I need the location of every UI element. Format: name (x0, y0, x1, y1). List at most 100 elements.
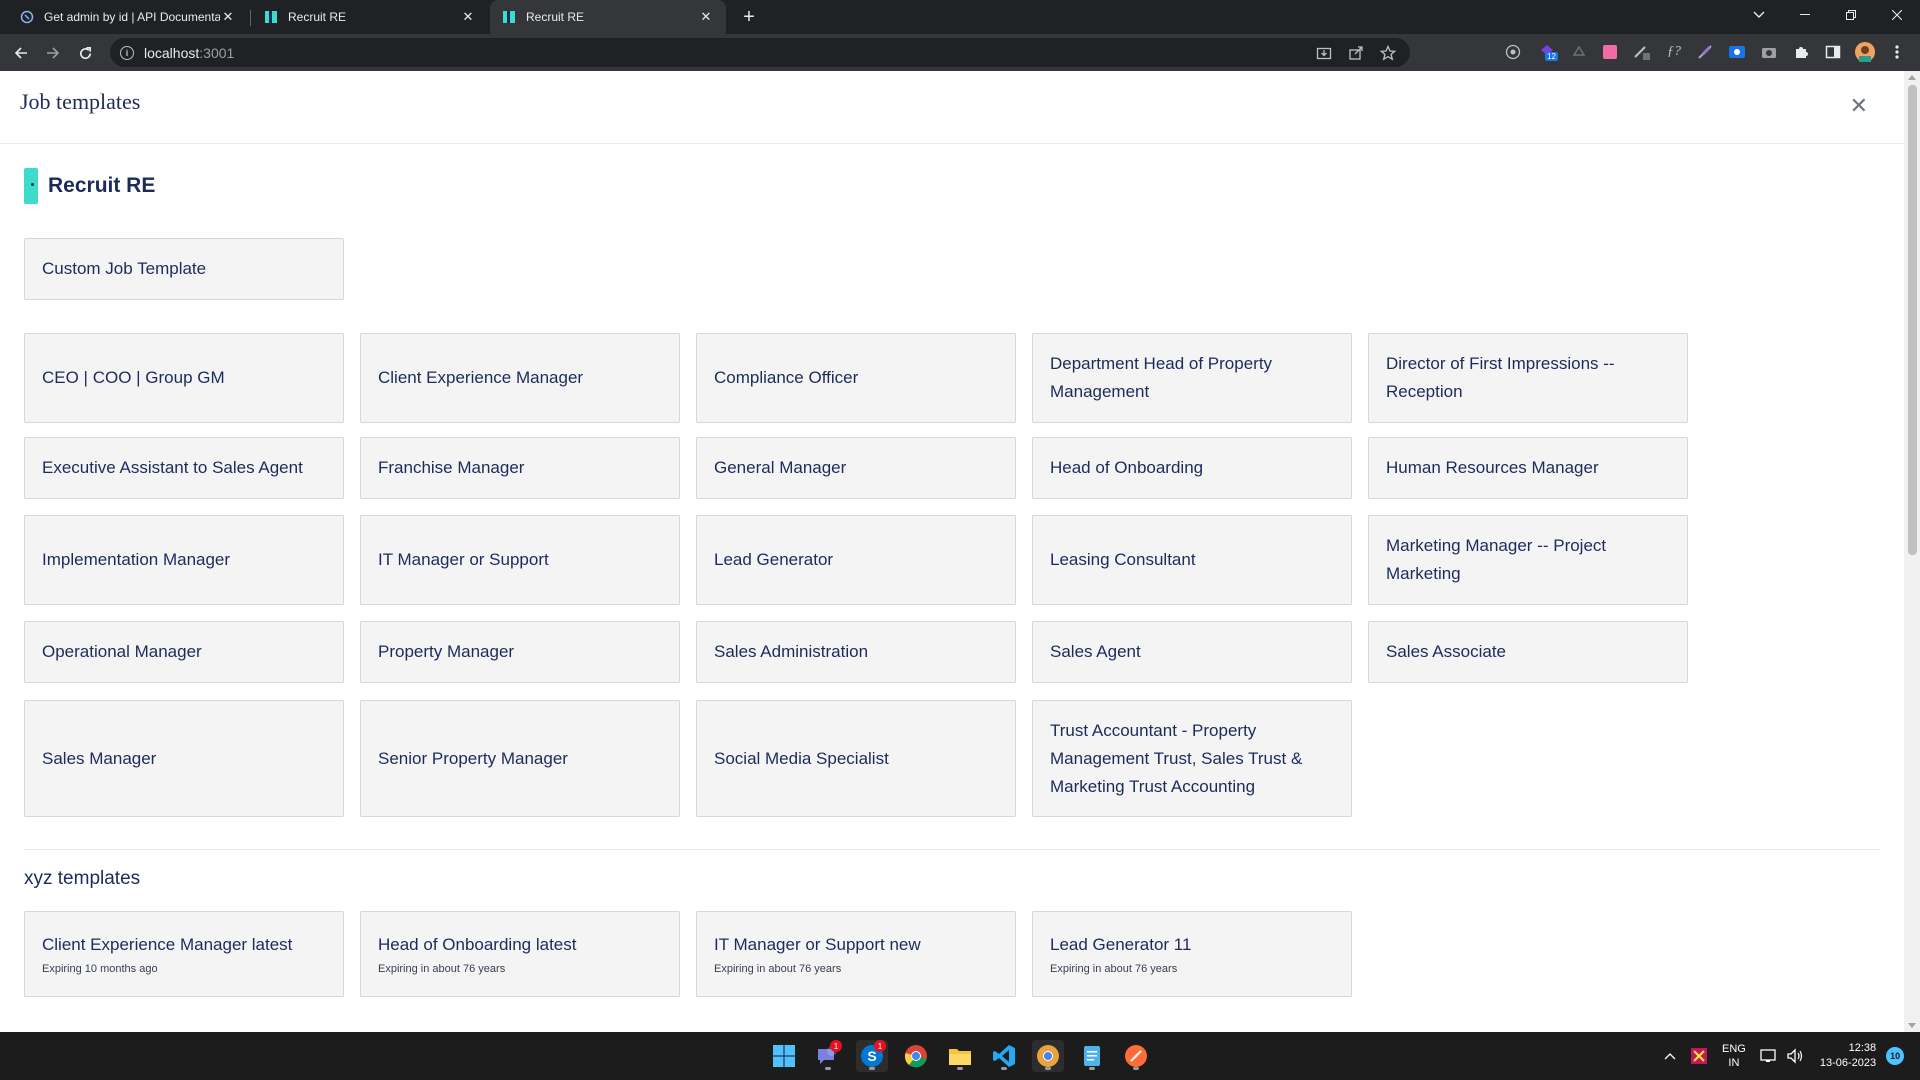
running-indicator (1045, 1067, 1051, 1070)
template-card[interactable]: Sales Manager (24, 700, 344, 817)
chrome-dev-icon[interactable] (1032, 1040, 1064, 1072)
close-window-icon[interactable] (1874, 0, 1920, 30)
template-card[interactable]: Lead Generator (696, 515, 1016, 605)
profile-avatar[interactable] (1855, 42, 1875, 62)
language-indicator[interactable]: ENG IN (1722, 1042, 1746, 1070)
template-card[interactable]: Social Media Specialist (696, 700, 1016, 817)
chat-app-icon[interactable]: 1 (812, 1040, 844, 1072)
template-card[interactable]: Compliance Officer (696, 333, 1016, 423)
new-tab-button[interactable]: + (736, 0, 762, 34)
scroll-up-arrow-icon[interactable] (1908, 75, 1916, 80)
close-modal-icon[interactable]: ✕ (1850, 93, 1868, 119)
card-label: Custom Job Template (42, 259, 207, 278)
site-info-icon[interactable]: i (120, 45, 134, 60)
page-scrollbar[interactable] (1904, 71, 1920, 1032)
tab-close-icon[interactable]: ✕ (698, 9, 714, 25)
postman-icon[interactable] (1120, 1040, 1152, 1072)
custom-template-card[interactable]: Head of Onboarding latest Expiring in ab… (360, 911, 680, 997)
custom-template-card[interactable]: Lead Generator 11 Expiring in about 76 y… (1032, 911, 1352, 997)
card-label: Operational Manager (42, 642, 202, 661)
extension-recycle-icon[interactable] (1569, 42, 1589, 62)
running-indicator (1089, 1067, 1095, 1070)
reload-icon[interactable] (72, 40, 98, 66)
forward-arrow-icon[interactable] (40, 40, 66, 66)
template-card[interactable]: Marketing Manager -- Project Marketing (1368, 515, 1688, 605)
template-card[interactable]: Operational Manager (24, 621, 344, 683)
address-bar[interactable]: i localhost:3001 (110, 38, 1410, 67)
card-label: Leasing Consultant (1050, 550, 1196, 569)
running-indicator (1001, 1067, 1007, 1070)
card-label: Property Manager (378, 642, 515, 661)
browser-tab-recruit-re-active[interactable]: Recruit RE ✕ (490, 0, 726, 34)
template-card[interactable]: Property Manager (360, 621, 680, 683)
url-host: localhost (144, 44, 200, 61)
notification-count-badge[interactable]: 10 (1886, 1047, 1905, 1065)
side-panel-icon[interactable] (1823, 42, 1843, 62)
skype-icon[interactable]: S 1 (856, 1040, 888, 1072)
network-icon[interactable] (1760, 1048, 1778, 1064)
extensions-puzzle-icon[interactable] (1791, 42, 1811, 62)
card-label: Marketing Manager -- Project Marketing (1386, 536, 1607, 583)
browser-tab-api-docs[interactable]: Get admin by id | API Documenta ✕ (8, 0, 248, 34)
clock[interactable]: 12:38 13-06-2023 (1820, 1041, 1876, 1071)
extension-badge-icon[interactable]: 12 (1537, 42, 1558, 62)
template-card[interactable]: Client Experience Manager (360, 333, 680, 423)
scrollbar-thumb[interactable] (1908, 85, 1917, 555)
extension-screen-icon[interactable] (1727, 42, 1747, 62)
running-indicator (957, 1067, 963, 1070)
template-card[interactable]: Sales Associate (1368, 621, 1688, 683)
bookmark-star-icon[interactable] (1380, 44, 1396, 61)
template-card[interactable]: Leasing Consultant (1032, 515, 1352, 605)
card-label: IT Manager or Support (378, 550, 549, 569)
card-label: Implementation Manager (42, 550, 231, 569)
vscode-icon[interactable] (988, 1040, 1020, 1072)
template-card[interactable]: Implementation Manager (24, 515, 344, 605)
template-card[interactable]: Director of First Impressions -- Recepti… (1368, 333, 1688, 423)
template-card[interactable]: IT Manager or Support (360, 515, 680, 605)
share-icon[interactable] (1348, 45, 1364, 61)
card-label: Sales Agent (1050, 642, 1141, 661)
extension-pen-icon[interactable] (1632, 42, 1652, 62)
browser-tab-recruit-re[interactable]: Recruit RE ✕ (252, 0, 488, 34)
show-hidden-icons-chevron-icon[interactable] (1664, 1052, 1676, 1060)
custom-job-template-card[interactable]: Custom Job Template (24, 238, 344, 300)
template-card[interactable]: CEO | COO | Group GM (24, 333, 344, 423)
template-card[interactable]: Senior Property Manager (360, 700, 680, 817)
windows-taskbar: 1 S 1 ENG IN 12:38 13-06-2023 10 (0, 1032, 1920, 1080)
extension-color-picker-icon[interactable] (1600, 42, 1620, 62)
back-arrow-icon[interactable] (8, 40, 34, 66)
tray-app-icon[interactable] (1690, 1047, 1708, 1065)
card-label: Lead Generator 11 (1050, 935, 1192, 954)
notepad-icon[interactable] (1076, 1040, 1108, 1072)
tab-close-icon[interactable]: ✕ (460, 9, 476, 25)
template-card[interactable]: Department Head of Property Management (1032, 333, 1352, 423)
template-card[interactable]: Trust Accountant - Property Management T… (1032, 700, 1352, 817)
card-label: Head of Onboarding (1050, 458, 1204, 477)
template-card[interactable]: Sales Agent (1032, 621, 1352, 683)
template-card[interactable]: Head of Onboarding (1032, 437, 1352, 499)
extension-camera-icon[interactable] (1759, 42, 1779, 62)
custom-template-card[interactable]: Client Experience Manager latest Expirin… (24, 911, 344, 997)
extension-function-icon[interactable]: ƒ? (1664, 42, 1684, 62)
template-card[interactable]: Executive Assistant to Sales Agent (24, 437, 344, 499)
restore-window-icon[interactable] (1828, 0, 1874, 30)
template-card[interactable]: Franchise Manager (360, 437, 680, 499)
file-explorer-icon[interactable] (944, 1040, 976, 1072)
tab-search-chevron-icon[interactable] (1736, 0, 1782, 30)
template-card[interactable]: Sales Administration (696, 621, 1016, 683)
card-label: Client Experience Manager latest (42, 935, 293, 954)
custom-template-card[interactable]: IT Manager or Support new Expiring in ab… (696, 911, 1016, 997)
template-card[interactable]: Human Resources Manager (1368, 437, 1688, 499)
windows-start-icon[interactable] (768, 1040, 800, 1072)
chrome-menu-icon[interactable] (1887, 42, 1907, 62)
template-card[interactable]: General Manager (696, 437, 1016, 499)
minimize-window-icon[interactable] (1782, 0, 1828, 30)
extension-feather-icon[interactable] (1695, 42, 1715, 62)
expiry-text: Expiring 10 months ago (42, 963, 158, 975)
install-app-icon[interactable] (1316, 45, 1332, 61)
volume-icon[interactable] (1786, 1048, 1804, 1064)
scroll-down-arrow-icon[interactable] (1908, 1023, 1916, 1028)
chrome-icon[interactable] (900, 1040, 932, 1072)
extension-target-icon[interactable] (1503, 42, 1523, 62)
tab-close-icon[interactable]: ✕ (220, 9, 236, 25)
